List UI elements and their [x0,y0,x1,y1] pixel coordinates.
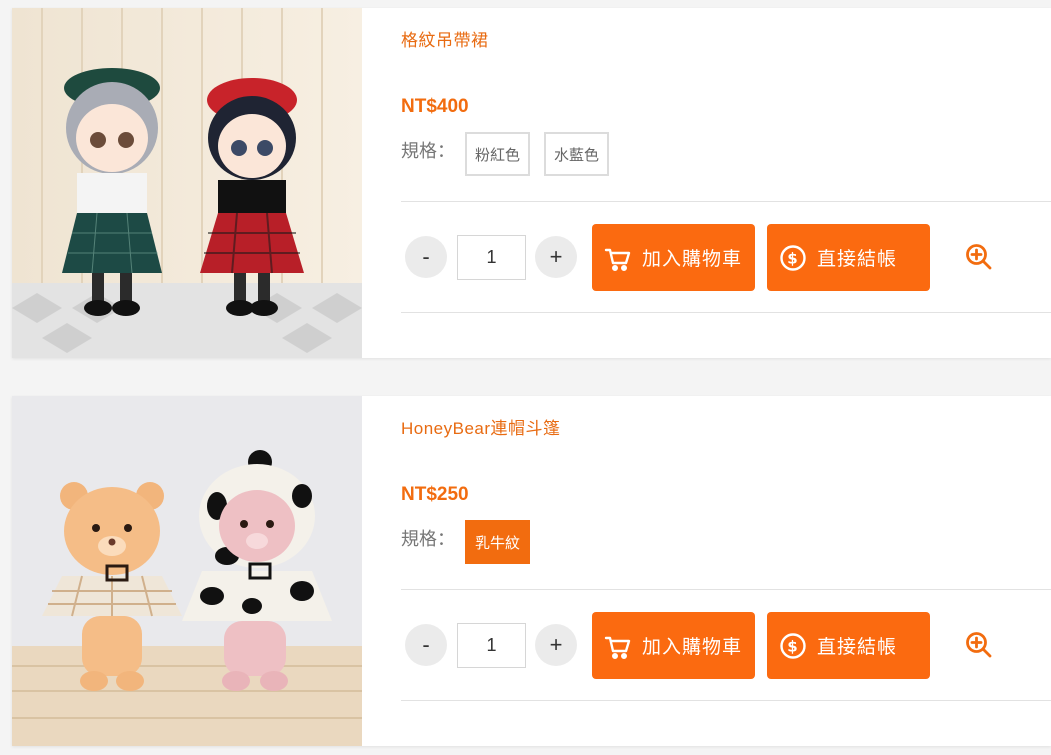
purchase-row: - + 加入購物車 [401,224,1051,291]
spec-option-light-blue[interactable]: 水藍色 [544,132,610,176]
divider [401,589,1051,590]
checkout-label: 直接結帳 [817,249,898,270]
divider [401,201,1051,202]
add-to-cart-label: 加入購物車 [642,637,743,658]
quantity-minus-button[interactable]: - [405,236,447,278]
product-price: NT$400 [401,96,469,117]
quantity-minus-button[interactable]: - [405,624,447,666]
product-info: HoneyBear連帽斗篷 NT$250 規格： 乳牛紋 - + [401,396,1051,746]
divider [401,700,1051,701]
cart-icon [604,632,632,660]
quantity-plus-button[interactable]: + [535,624,577,666]
dollar-circle-icon: $ [779,632,807,660]
quantity-input[interactable] [457,623,526,668]
divider [401,312,1051,313]
checkout-button[interactable]: $ 直接結帳 [767,224,930,291]
svg-text:$: $ [787,637,798,655]
spec-label: 規格： [401,529,455,549]
spec-option-pink[interactable]: 粉紅色 [465,132,531,176]
dollar-circle-icon: $ [779,244,807,272]
zoom-in-icon[interactable] [964,242,994,272]
product-list: 格紋吊帶裙 NT$400 規格： 粉紅色 水藍色 - + [0,0,1051,755]
spec-label: 規格： [401,141,455,161]
product-price: NT$250 [401,484,469,505]
spec-selector: 規格： 粉紅色 水藍色 [401,132,623,178]
quantity-input[interactable] [457,235,526,280]
product-name[interactable]: HoneyBear連帽斗篷 [401,414,561,439]
add-to-cart-button[interactable]: 加入購物車 [592,612,755,679]
cart-icon [604,244,632,272]
add-to-cart-button[interactable]: 加入購物車 [592,224,755,291]
product-name[interactable]: 格紋吊帶裙 [401,26,489,51]
zoom-in-icon[interactable] [964,630,994,660]
product-image-dolls[interactable] [12,8,362,358]
spec-selector: 規格： 乳牛紋 [401,520,544,566]
checkout-button[interactable]: $ 直接結帳 [767,612,930,679]
product-image-bears[interactable] [12,396,362,746]
product-info: 格紋吊帶裙 NT$400 規格： 粉紅色 水藍色 - + [401,8,1051,358]
spec-option-cow-print[interactable]: 乳牛紋 [465,520,531,564]
checkout-label: 直接結帳 [817,637,898,658]
product-card: 格紋吊帶裙 NT$400 規格： 粉紅色 水藍色 - + [12,8,1051,358]
svg-text:$: $ [787,249,798,267]
product-card: HoneyBear連帽斗篷 NT$250 規格： 乳牛紋 - + [12,396,1051,746]
purchase-row: - + 加入購物車 [401,612,1051,679]
quantity-plus-button[interactable]: + [535,236,577,278]
add-to-cart-label: 加入購物車 [642,249,743,270]
